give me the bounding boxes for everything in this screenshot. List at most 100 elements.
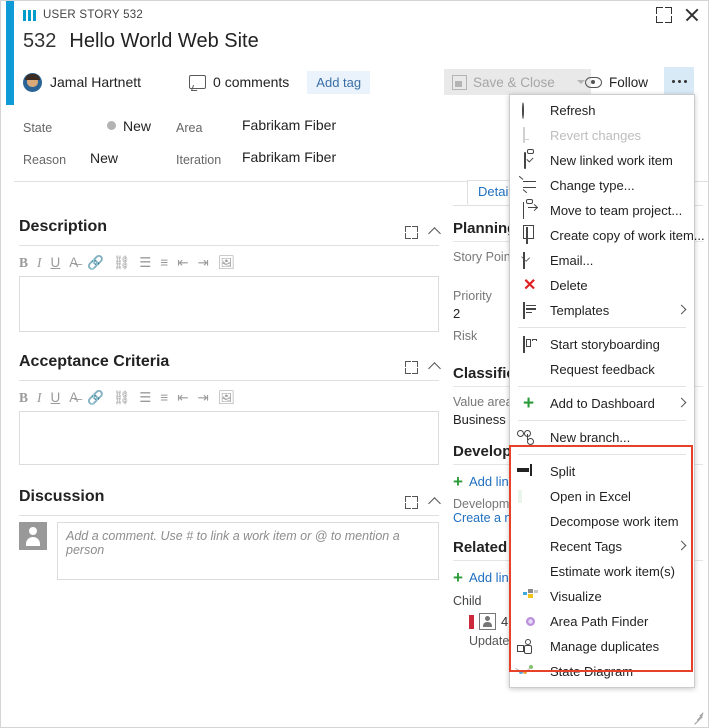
menu-item-change-type[interactable]: Change type...: [510, 173, 694, 198]
numbered-list-icon[interactable]: ≡: [160, 391, 168, 405]
save-and-close-button[interactable]: Save & Close: [444, 69, 591, 95]
discussion-collapse-icon[interactable]: [428, 497, 441, 510]
image-icon[interactable]: 🖼: [218, 256, 235, 270]
save-and-close-label: Save & Close: [473, 74, 555, 90]
work-item-type-row: USER STORY 532: [23, 6, 143, 24]
discussion-row: Add a comment. Use # to link a work item…: [19, 516, 439, 580]
menu-item-open-in-excel[interactable]: Open in Excel: [510, 484, 694, 509]
field-label-iteration: Iteration: [176, 153, 222, 167]
bullet-list-icon[interactable]: ☰: [139, 391, 151, 405]
discussion-expand-icon[interactable]: [405, 496, 418, 509]
area-path-finder-icon: [520, 614, 542, 630]
chevron-right-icon: [676, 397, 687, 408]
acceptance-expand-icon[interactable]: [405, 361, 418, 374]
resize-grip[interactable]: [692, 711, 704, 725]
menu-item-new-linked-work-item[interactable]: New linked work item: [510, 148, 694, 173]
image-icon[interactable]: 🖼: [218, 391, 235, 405]
menu-item-delete[interactable]: ✕ Delete: [510, 273, 694, 298]
menu-item-create-copy-of-work-item[interactable]: Create copy of work item...: [510, 223, 705, 248]
numbered-list-icon[interactable]: ≡: [160, 256, 168, 270]
menu-item-manage-duplicates[interactable]: Manage duplicates: [510, 634, 694, 659]
refresh-icon: [520, 101, 542, 119]
acceptance-toolbar: B I U A̶ 🔗 ⛓ ☰ ≡ ⇤ ⇥ 🖼: [19, 381, 439, 411]
clear-format-icon[interactable]: A̶: [69, 256, 78, 270]
work-item-title-row: 532 Hello World Web Site: [23, 30, 259, 53]
indent-icon[interactable]: ⇥: [198, 256, 209, 270]
assignee-name[interactable]: Jamal Hartnett: [50, 74, 141, 90]
bullet-list-icon[interactable]: ☰: [139, 256, 151, 270]
field-value-reason: New: [90, 150, 119, 166]
move-to-team-project-icon: [520, 201, 542, 219]
split-icon: [517, 463, 542, 480]
field-value-iteration[interactable]: Fabrikam Fiber: [242, 149, 336, 165]
menu-item-area-path-finder[interactable]: Area Path Finder: [510, 609, 694, 634]
indent-icon[interactable]: ⇥: [198, 391, 209, 405]
avatar: [23, 72, 42, 92]
storyboard-icon: [520, 335, 542, 353]
chevron-right-icon: [676, 304, 687, 315]
menu-item-state-diagram[interactable]: State Diagram: [510, 659, 694, 684]
description-editor[interactable]: [19, 276, 439, 332]
field-value-area[interactable]: Fabrikam Fiber: [242, 117, 336, 133]
field-label-reason: Reason: [23, 153, 67, 167]
no-icon: [520, 539, 542, 555]
menu-item-add-to-dashboard[interactable]: + Add to Dashboard: [510, 391, 694, 416]
link-icon[interactable]: 🔗: [87, 391, 104, 405]
bold-icon[interactable]: B: [19, 256, 28, 270]
italic-icon[interactable]: I: [37, 391, 42, 405]
field-value-state[interactable]: New: [107, 118, 151, 134]
acceptance-criteria-title: Acceptance Criteria: [19, 353, 170, 370]
task-icon: [479, 613, 496, 630]
work-item-dialog: USER STORY 532 532 Hello World Web Site …: [0, 0, 709, 728]
comment-input[interactable]: Add a comment. Use # to link a work item…: [57, 522, 439, 580]
description-expand-icon[interactable]: [405, 226, 418, 239]
revert-icon: [520, 126, 542, 144]
underline-icon[interactable]: U: [51, 391, 61, 405]
underline-icon[interactable]: U: [51, 256, 61, 270]
menu-item-estimate-work-items[interactable]: Estimate work item(s): [510, 559, 694, 584]
menu-item-visualize[interactable]: Visualize: [510, 584, 694, 609]
acceptance-collapse-icon[interactable]: [428, 362, 441, 375]
menu-item-move-to-team-project[interactable]: Move to team project...: [510, 198, 694, 223]
eye-icon: [585, 76, 602, 88]
italic-icon[interactable]: I: [37, 256, 42, 270]
field-label-state: State: [23, 121, 53, 135]
follow-button[interactable]: Follow: [585, 69, 648, 95]
state-diagram-icon: [515, 664, 542, 680]
work-item-type-accent-bar: [6, 1, 14, 105]
menu-item-recent-tags[interactable]: Recent Tags: [510, 534, 694, 559]
email-icon: [520, 251, 542, 269]
work-item-title[interactable]: Hello World Web Site: [69, 30, 258, 53]
menu-item-refresh[interactable]: Refresh: [510, 98, 694, 123]
chevron-down-icon[interactable]: [576, 80, 585, 84]
bold-icon[interactable]: B: [19, 391, 28, 405]
follow-label: Follow: [609, 74, 649, 90]
menu-item-email[interactable]: Email...: [510, 248, 694, 273]
comments-link[interactable]: 0 comments: [189, 74, 289, 90]
no-icon: [520, 564, 542, 580]
outdent-icon[interactable]: ⇤: [177, 391, 188, 405]
templates-icon: [520, 301, 542, 319]
save-icon: [452, 74, 467, 90]
menu-item-start-storyboarding[interactable]: Start storyboarding: [510, 332, 694, 357]
add-tag-button[interactable]: Add tag: [307, 70, 371, 94]
menu-item-request-feedback[interactable]: Request feedback: [510, 357, 694, 382]
clear-format-icon[interactable]: A̶: [69, 391, 78, 405]
menu-item-new-branch[interactable]: New branch...: [510, 425, 694, 450]
close-icon[interactable]: [684, 7, 700, 23]
more-actions-button[interactable]: [664, 67, 694, 95]
unlink-icon[interactable]: ⛓: [113, 391, 130, 405]
expand-icon[interactable]: [656, 7, 672, 23]
state-dot-icon: [107, 121, 116, 130]
menu-item-split[interactable]: Split: [510, 459, 694, 484]
menu-item-decompose-work-item[interactable]: Decompose work item: [510, 509, 694, 534]
unlink-icon[interactable]: ⛓: [113, 256, 130, 270]
link-icon[interactable]: 🔗: [87, 256, 104, 270]
description-collapse-icon[interactable]: [428, 227, 441, 240]
outdent-icon[interactable]: ⇤: [177, 256, 188, 270]
acceptance-criteria-editor[interactable]: [19, 411, 439, 465]
plus-icon: +: [453, 471, 463, 491]
no-icon: [520, 514, 542, 530]
priority-bar-icon: [469, 614, 474, 629]
menu-item-templates[interactable]: Templates: [510, 298, 694, 323]
